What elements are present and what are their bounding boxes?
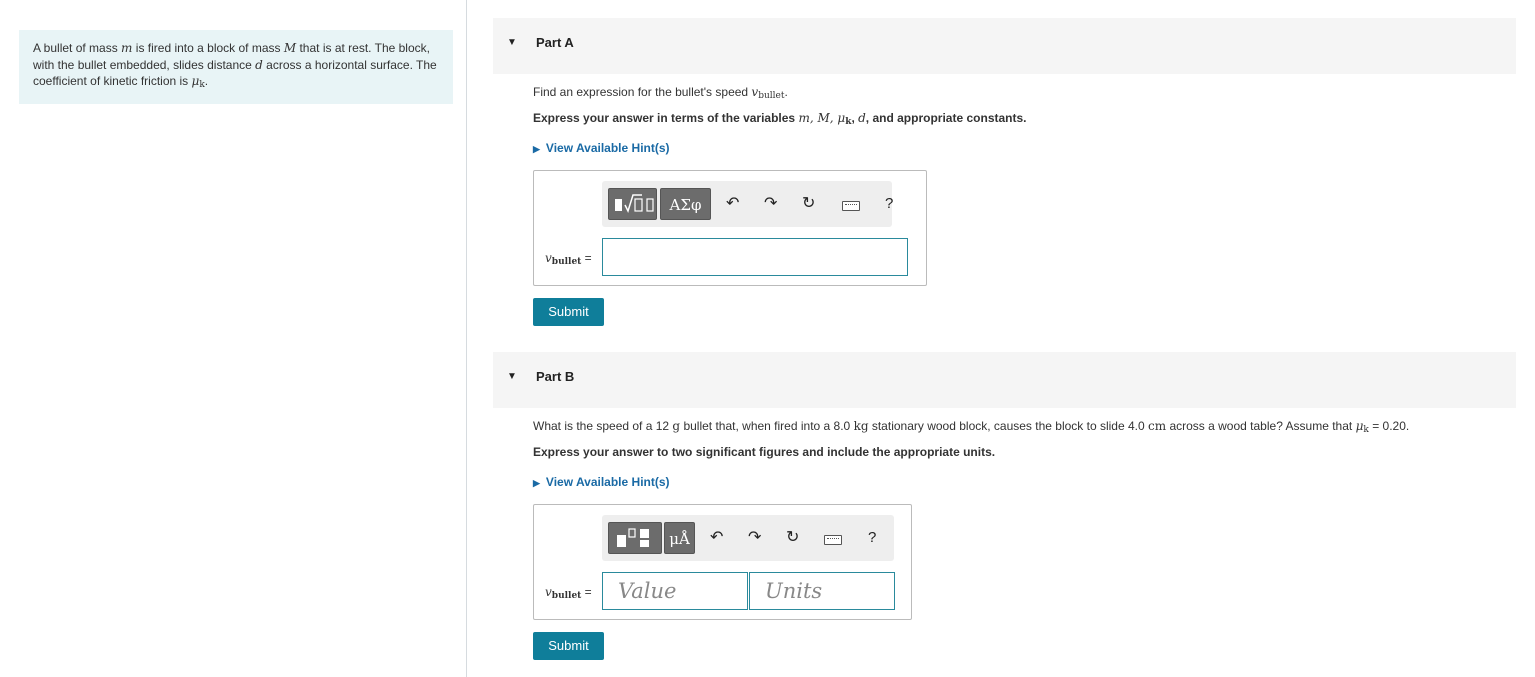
question-text: bullet that, when fired into a 8.0	[680, 419, 854, 433]
problem-text: is fired into a block of mass	[132, 41, 284, 55]
answer-label: vbullet =	[545, 251, 592, 267]
reset-icon[interactable]: ↻	[802, 194, 815, 214]
templates-icon	[615, 194, 654, 213]
part-b-submit-button[interactable]: Submit	[533, 632, 604, 660]
unit-kg: kg	[853, 419, 869, 433]
math-toolbar: ΑΣφ ↶ ↷ ↻ ?	[602, 181, 893, 227]
units-toolbar: μÅ ↶ ↷ ↻ ?	[602, 515, 894, 561]
question-text: What is the speed of a 12	[533, 419, 673, 433]
help-icon[interactable]: ?	[885, 194, 893, 214]
part-b-instructions: Express your answer to two significant f…	[533, 445, 996, 459]
templates-icon	[617, 528, 649, 547]
label-sub: bullet	[551, 257, 582, 267]
templates-button[interactable]	[608, 522, 662, 554]
part-b-header[interactable]: ▼ Part B	[493, 352, 1516, 408]
question-text: .	[784, 85, 788, 99]
part-a-title: Part A	[536, 35, 574, 50]
problem-statement: A bullet of mass m is fired into a block…	[19, 30, 453, 104]
units-input[interactable]: Units	[749, 572, 895, 610]
unit-cm: cm	[1148, 419, 1167, 433]
part-a-header[interactable]: ▼ Part A	[493, 18, 1516, 74]
hint-label: View Available Hint(s)	[545, 141, 670, 155]
redo-icon[interactable]: ↷	[748, 528, 761, 548]
part-a-instructions: Express your answer in terms of the vari…	[533, 111, 1027, 127]
label-var: v	[545, 251, 552, 265]
help-icon[interactable]: ?	[868, 528, 876, 548]
keyboard-icon[interactable]	[824, 535, 842, 545]
part-b-question: What is the speed of a 12 g bullet that,…	[533, 419, 1409, 435]
var-m: m	[121, 41, 133, 55]
label-sub: bullet	[551, 591, 582, 601]
var-d: d	[255, 57, 263, 72]
unit-g: g	[672, 419, 681, 433]
instr-vars: m, M, μ	[798, 111, 846, 125]
part-a-submit-button[interactable]: Submit	[533, 298, 604, 326]
expand-triangle-icon: ▶	[533, 144, 540, 154]
instr-text: , and appropriate constants.	[865, 111, 1027, 125]
templates-button[interactable]	[608, 188, 657, 220]
collapse-triangle-icon[interactable]: ▼	[507, 371, 517, 382]
problem-text: A bullet of mass	[33, 41, 122, 55]
question-text: stationary wood block, causes the block …	[868, 419, 1149, 433]
answer-input[interactable]	[602, 238, 908, 276]
part-b-title: Part B	[536, 369, 575, 384]
label-eq: =	[581, 251, 592, 265]
instr-d: d	[858, 111, 866, 125]
part-b-answer-box: μÅ ↶ ↷ ↻ ? vbullet = Value Units	[533, 504, 912, 620]
var-sub: bullet	[758, 91, 785, 101]
left-panel: A bullet of mass m is fired into a block…	[0, 0, 467, 677]
value-input[interactable]: Value	[602, 572, 748, 610]
label-var: v	[545, 585, 552, 599]
collapse-triangle-icon[interactable]: ▼	[507, 37, 517, 48]
part-a-answer-box: ΑΣφ ↶ ↷ ↻ ? vbullet =	[533, 170, 927, 286]
undo-icon[interactable]: ↶	[726, 194, 739, 214]
part-a-question: Find an expression for the bullet's spee…	[533, 85, 788, 101]
hint-label: View Available Hint(s)	[545, 475, 670, 489]
question-text: Find an expression for the bullet's spee…	[533, 85, 752, 99]
reset-icon[interactable]: ↻	[786, 528, 799, 548]
answer-label: vbullet =	[545, 585, 592, 601]
question-text: = 0.20.	[1368, 419, 1410, 433]
question-text: across a wood table? Assume that	[1166, 419, 1356, 433]
symbols-button[interactable]: ΑΣφ	[660, 188, 711, 220]
var-M: M	[283, 41, 297, 55]
label-eq: =	[581, 585, 592, 599]
expand-triangle-icon: ▶	[533, 478, 540, 488]
instr-text: Express your answer in terms of the vari…	[533, 111, 799, 125]
units-button[interactable]: μÅ	[664, 522, 695, 554]
problem-text: .	[204, 74, 209, 88]
redo-icon[interactable]: ↷	[764, 194, 777, 214]
keyboard-icon[interactable]	[842, 201, 860, 211]
part-a-hint-link[interactable]: ▶ View Available Hint(s)	[533, 141, 670, 155]
part-b-hint-link[interactable]: ▶ View Available Hint(s)	[533, 475, 670, 489]
undo-icon[interactable]: ↶	[710, 528, 723, 548]
